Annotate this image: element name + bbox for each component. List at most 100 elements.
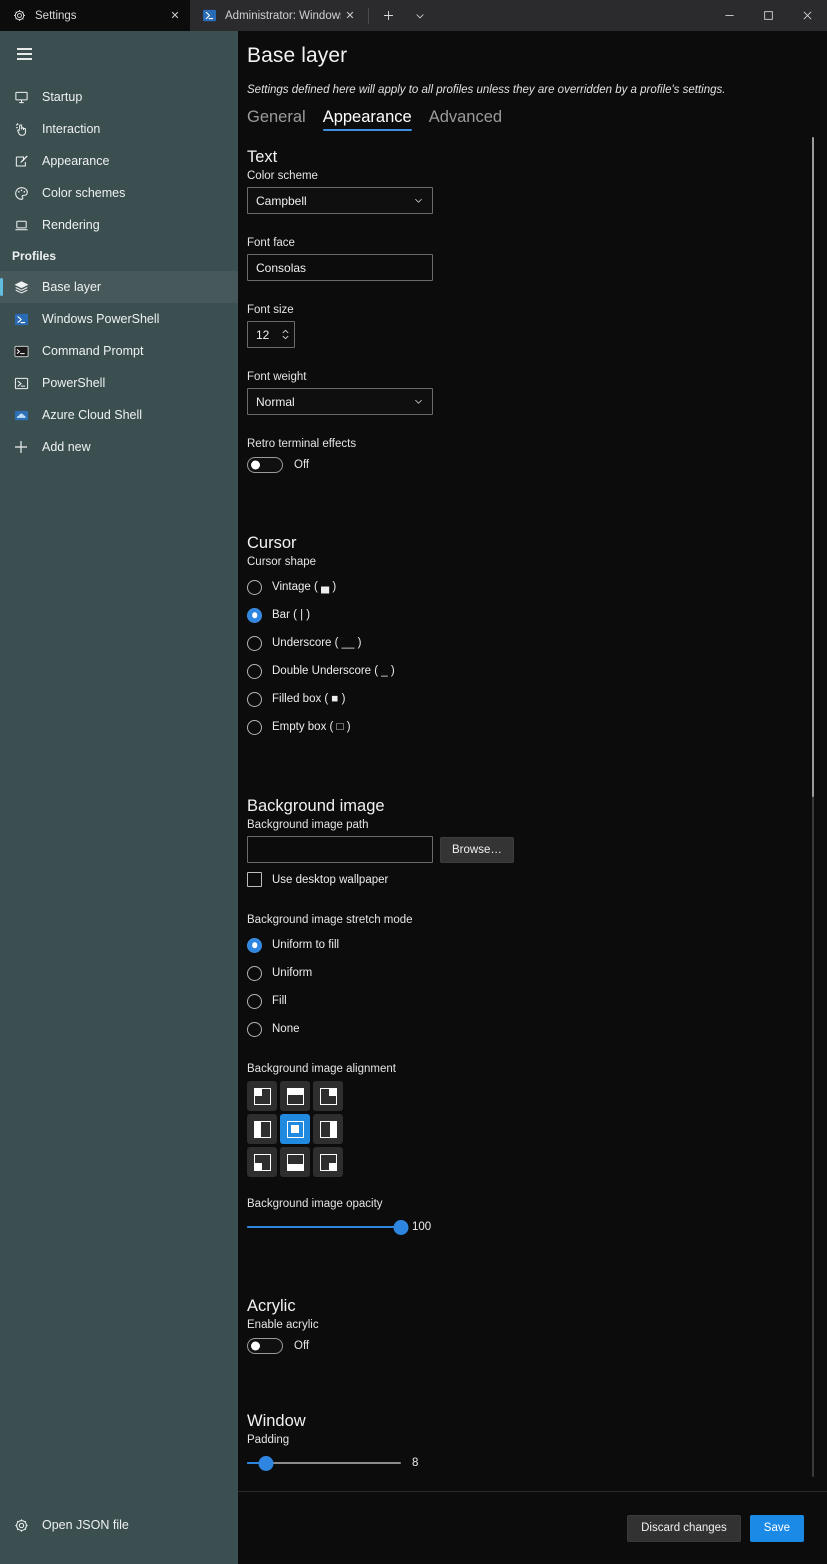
content-scrollbar[interactable] [812,137,814,1477]
close-icon[interactable]: ✕ [166,7,184,25]
opacity-label: Background image opacity [247,1198,383,1210]
font-size-stepper[interactable]: 12 [247,321,295,348]
stepper-arrows-icon[interactable] [281,328,290,341]
new-tab-button[interactable] [372,0,404,31]
alignment-bottom-right[interactable] [313,1147,343,1177]
retro-terminal-effects-label: Retro terminal effects [247,438,357,450]
sidebar-item-color-schemes[interactable]: Color schemes [0,177,238,209]
alignment-top-center[interactable] [280,1081,310,1111]
sidebar-item-command-prompt[interactable]: Command Prompt [0,335,238,367]
page-title: Base layer [247,44,348,67]
sidebar-item-label: Command Prompt [42,344,144,358]
tab-powershell[interactable]: Administrator: Windows PowerS ✕ [190,0,365,31]
font-weight-select[interactable]: Normal [247,388,433,415]
discard-changes-button[interactable]: Discard changes [627,1514,741,1542]
radio-icon [247,691,262,707]
padding-label: Padding [247,1434,290,1446]
background-image-path-input[interactable] [247,836,433,863]
sidebar-item-label: Appearance [42,154,110,168]
sidebar-item-windows-powershell[interactable]: Windows PowerShell [0,303,238,335]
alignment-middle-right[interactable] [313,1114,343,1144]
sidebar-item-base-layer[interactable]: Base layer [0,271,238,303]
sidebar-item-azure-cloud-shell[interactable]: Azure Cloud Shell [0,399,238,431]
opacity-slider[interactable] [247,1218,409,1236]
section-heading-window: Window [247,1412,306,1430]
alignment-bottom-center[interactable] [280,1147,310,1177]
cursor-shape-option-bar[interactable]: Bar ( | ) [247,601,827,629]
settings-content: Base layer Settings defined here will ap… [238,31,827,1491]
radio-icon [247,579,262,595]
tab-settings[interactable]: Settings ✕ [0,0,190,31]
navigation-menu-button[interactable] [4,35,44,73]
font-size-label: Font size [247,304,294,316]
stretch-mode-label: Background image stretch mode [247,914,413,926]
cursor-shape-option-empty-box[interactable]: Empty box ( □ ) [247,713,827,741]
gear-icon [12,9,26,23]
tab-advanced[interactable]: Advanced [429,108,502,131]
action-bar: Discard changes Save [238,1491,827,1564]
background-image-path-label: Background image path [247,819,369,831]
stretch-option-fill[interactable]: Fill [247,987,827,1015]
save-button[interactable]: Save [749,1514,804,1542]
cursor-shape-option-vintage[interactable]: Vintage ( ▄ ) [247,573,827,601]
option-label: Vintage ( ▄ ) [272,581,337,593]
alignment-center[interactable] [280,1114,310,1144]
stretch-option-uniform[interactable]: Uniform [247,959,827,987]
sidebar-item-label: Rendering [42,218,100,232]
enable-acrylic-toggle[interactable] [247,1338,283,1354]
scrollbar-thumb[interactable] [812,137,814,797]
tab-general[interactable]: General [247,108,306,131]
tab-appearance[interactable]: Appearance [322,108,412,131]
profiles-header: Profiles [12,249,57,263]
browse-button[interactable]: Browse… [440,836,514,863]
powershell-icon [202,9,216,23]
hand-pointer-icon [12,120,30,138]
option-label: None [272,1023,300,1035]
cursor-shape-option-underscore[interactable]: Underscore ( __ ) [247,629,827,657]
radio-icon [247,993,262,1009]
stretch-option-none[interactable]: None [247,1015,827,1043]
alignment-middle-left[interactable] [247,1114,277,1144]
chevron-down-icon[interactable] [404,0,436,31]
close-icon[interactable]: ✕ [341,7,359,25]
minimize-button[interactable] [710,0,749,31]
font-face-input[interactable]: Consolas [247,254,433,281]
sidebar-item-label: PowerShell [42,376,106,390]
sidebar-item-startup[interactable]: Startup [0,81,238,113]
retro-terminal-effects-toggle[interactable] [247,457,283,473]
cursor-shape-option-double-underscore[interactable]: Double Underscore ( _ ) [247,657,827,685]
cursor-shape-option-filled-box[interactable]: Filled box ( ■ ) [247,685,827,713]
align-top-center-icon [286,1087,304,1105]
close-button[interactable] [788,0,827,31]
align-center-icon [286,1120,304,1138]
alignment-top-left[interactable] [247,1081,277,1111]
checkbox-icon [247,872,262,887]
sidebar-item-add-new[interactable]: Add new [0,431,238,463]
padding-slider[interactable] [247,1454,401,1472]
retro-terminal-effects-state: Off [294,459,310,471]
sidebar-item-interaction[interactable]: Interaction [0,113,238,145]
color-scheme-label: Color scheme [247,170,318,182]
font-weight-value: Normal [256,394,295,409]
sidebar-item-powershell[interactable]: PowerShell [0,367,238,399]
stretch-option-uniform-to-fill[interactable]: Uniform to fill [247,931,827,959]
option-label: Fill [272,995,287,1007]
option-label: Empty box ( □ ) [272,721,351,733]
option-label: Filled box ( ■ ) [272,693,346,705]
sidebar-item-label: Azure Cloud Shell [42,408,143,422]
section-heading-text: Text [247,148,278,166]
use-desktop-wallpaper-row[interactable]: Use desktop wallpaper [247,872,827,887]
enable-acrylic-label: Enable acrylic [247,1319,319,1331]
sidebar-item-appearance[interactable]: Appearance [0,145,238,177]
cursor-shape-label: Cursor shape [247,556,317,568]
page-tabs: General Appearance Advanced [247,108,827,131]
sidebar-item-rendering[interactable]: Rendering [0,209,238,241]
open-json-file-button[interactable]: Open JSON file [0,1508,238,1542]
alignment-top-right[interactable] [313,1081,343,1111]
maximize-button[interactable] [749,0,788,31]
color-scheme-select[interactable]: Campbell [247,187,433,214]
radio-icon [247,663,262,679]
enable-acrylic-state: Off [294,1340,310,1352]
alignment-bottom-left[interactable] [247,1147,277,1177]
sidebar-item-label: Windows PowerShell [42,312,160,326]
